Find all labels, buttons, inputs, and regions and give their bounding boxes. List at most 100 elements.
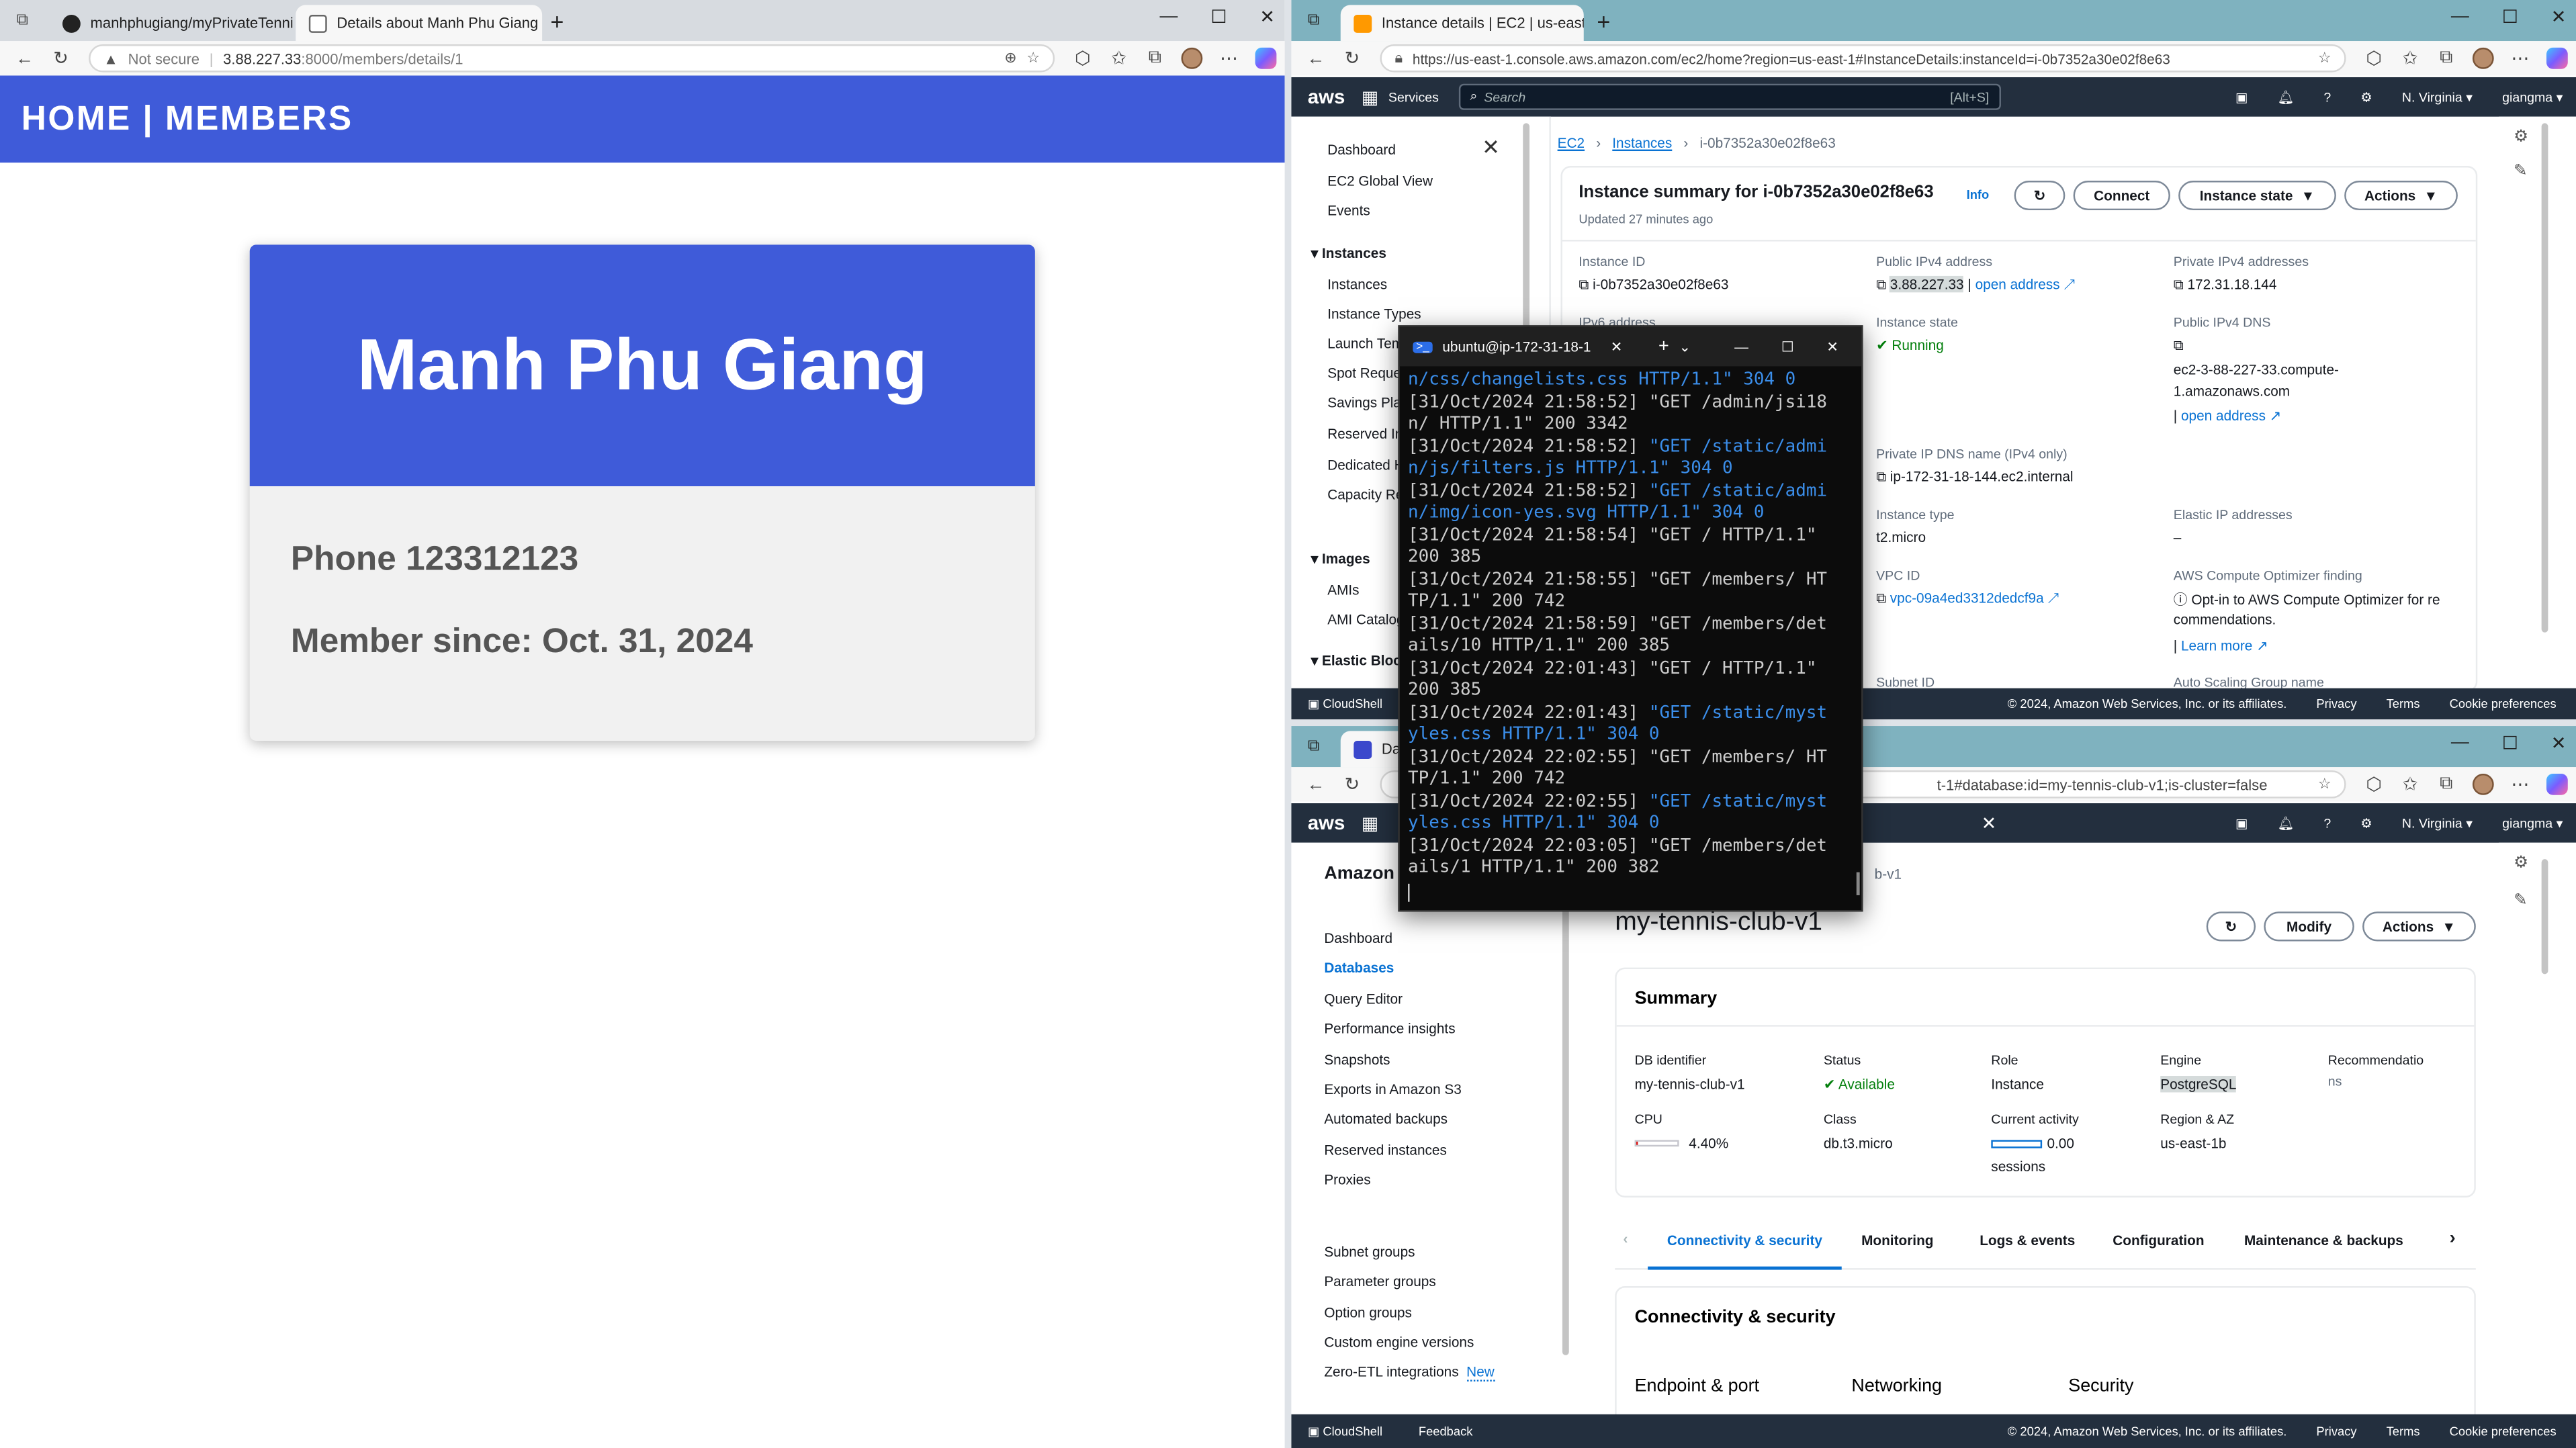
feedback-icon[interactable]: ✎	[2514, 892, 2528, 910]
refresh-icon[interactable]: ↻	[1334, 774, 1370, 795]
learn-more-link[interactable]: Learn more	[2181, 637, 2252, 653]
new-tab-icon[interactable]: +	[1658, 336, 1669, 356]
extensions-icon[interactable]: ⬡	[1065, 48, 1101, 69]
instance-state-button[interactable]: Instance state ▼	[2178, 181, 2336, 211]
copy-icon[interactable]: ⧉	[2174, 336, 2184, 355]
account-menu[interactable]: giangma ▾	[2502, 815, 2563, 830]
more-icon[interactable]: ⋯	[2502, 774, 2538, 795]
favorite-icon[interactable]: ☆	[2318, 775, 2331, 793]
bell-icon[interactable]: 🔔︎	[2278, 815, 2295, 830]
favorites-icon[interactable]: ✩	[2392, 48, 2428, 69]
tab-member-details[interactable]: Details about Manh Phu Giang ✕	[296, 5, 543, 42]
tab-configuration[interactable]: Configuration	[2113, 1232, 2204, 1248]
activity-value[interactable]: 0.00	[2047, 1135, 2074, 1151]
cloudshell-icon[interactable]: ▣	[2235, 89, 2248, 104]
sidebar-item-subnet-groups[interactable]: Subnet groups	[1324, 1243, 1415, 1259]
back-icon[interactable]: ←	[7, 48, 43, 68]
sidebar-item-instances[interactable]: Instances	[1327, 276, 1387, 292]
private-dns-value[interactable]: ⧉ ip-172-31-18-144.ec2.internal	[1876, 468, 2073, 486]
main-scrollbar[interactable]	[2541, 859, 2548, 975]
favorites-icon[interactable]: ✩	[1101, 48, 1137, 69]
extensions-icon[interactable]: ⬡	[2356, 774, 2392, 795]
sidebar-item-global-view[interactable]: EC2 Global View	[1327, 173, 1433, 189]
region-selector[interactable]: N. Virginia ▾	[2402, 89, 2473, 104]
close-icon[interactable]: ✕	[2551, 733, 2567, 754]
favorite-icon[interactable]: ☆	[2318, 49, 2331, 67]
close-icon[interactable]: ✕	[2551, 7, 2567, 28]
new-tab-icon[interactable]: +	[1597, 8, 1610, 34]
cloudshell-icon[interactable]: ▣	[2235, 815, 2248, 830]
cloudshell-icon[interactable]: ▣	[1308, 1424, 1319, 1439]
sidebar-item-performance-insights[interactable]: Performance insights	[1324, 1020, 1455, 1036]
tools-icon[interactable]: ⚙	[2514, 128, 2528, 146]
sidebar-item-custom-engine-versions[interactable]: Custom engine versions	[1324, 1334, 1474, 1350]
close-tab-icon[interactable]: ✕	[1611, 338, 1622, 356]
minimize-icon[interactable]: —	[2451, 7, 2469, 28]
breadcrumb-instances[interactable]: Instances	[1612, 135, 1672, 151]
help-icon[interactable]: ?	[2323, 89, 2331, 104]
sidebar-item-proxies[interactable]: Proxies	[1324, 1171, 1370, 1187]
collections-icon[interactable]: ⧉	[2428, 48, 2464, 69]
sidebar-item-events[interactable]: Events	[1327, 202, 1370, 218]
gear-icon[interactable]: ⚙	[2360, 815, 2372, 830]
sidebar-group-images[interactable]: ▾ Images	[1311, 550, 1370, 568]
sidebar-item-dashboard[interactable]: Dashboard	[1327, 141, 1396, 157]
services-grid-icon[interactable]: ▦	[1362, 86, 1378, 107]
extensions-icon[interactable]: ⬡	[2356, 48, 2392, 69]
feedback-icon[interactable]: ✎	[2514, 163, 2528, 181]
sidebar-item-amis[interactable]: AMIs	[1327, 582, 1359, 598]
connect-button[interactable]: Connect	[2073, 181, 2170, 211]
copy-icon[interactable]: ⧉	[1876, 276, 1886, 292]
tools-icon[interactable]: ⚙	[2514, 854, 2528, 872]
favorites-icon[interactable]: ✩	[2392, 774, 2428, 795]
terms-link[interactable]: Terms	[2387, 1424, 2420, 1439]
private-ip-value[interactable]: ⧉ 172.31.18.144	[2174, 276, 2277, 294]
clear-search-icon[interactable]: ✕	[1982, 812, 1997, 833]
maximize-icon[interactable]: ☐	[1781, 338, 1794, 356]
site-header[interactable]: HOME | MEMBERS	[0, 75, 1285, 163]
learn-more[interactable]: | Learn more ↗	[2174, 637, 2268, 655]
aws-logo[interactable]: aws	[1308, 85, 1345, 108]
more-icon[interactable]: ⋯	[1211, 48, 1247, 69]
refresh-button[interactable]: ↻	[2014, 181, 2066, 211]
modify-button[interactable]: Modify	[2264, 911, 2354, 942]
maximize-icon[interactable]: ☐	[2502, 733, 2518, 754]
minimize-icon[interactable]: —	[2451, 733, 2469, 754]
close-sidebar-icon[interactable]: ✕	[1482, 135, 1500, 161]
public-ip-value[interactable]: ⧉ 3.88.227.33 | open address ↗	[1876, 275, 2075, 294]
copy-icon[interactable]: ⧉	[2174, 276, 2184, 292]
new-tab-icon[interactable]: +	[550, 8, 564, 34]
maximize-icon[interactable]: ☐	[2502, 7, 2518, 28]
sidebar-item-query-editor[interactable]: Query Editor	[1324, 991, 1403, 1007]
sidebar-group-instances[interactable]: ▾ Instances	[1311, 244, 1386, 263]
breadcrumb-ec2[interactable]: EC2	[1558, 135, 1585, 151]
copy-icon[interactable]: ⧉	[1579, 276, 1589, 292]
feedback-link[interactable]: Feedback	[1419, 1424, 1473, 1439]
help-icon[interactable]: ?	[2323, 815, 2331, 830]
sidebar-item-dashboard[interactable]: Dashboard	[1324, 930, 1392, 946]
copilot-icon[interactable]	[2546, 773, 2568, 795]
region-selector[interactable]: N. Virginia ▾	[2402, 815, 2473, 830]
favorite-icon[interactable]: ☆	[1026, 49, 1040, 67]
tab-connectivity[interactable]: Connectivity & security	[1648, 1214, 1842, 1270]
chevron-right-icon[interactable]: ›	[2450, 1228, 2456, 1248]
sidebar-item-reserved-instances[interactable]: Reserved instances	[1324, 1142, 1447, 1158]
services-grid-icon[interactable]: ▦	[1362, 812, 1378, 833]
sidebar-scrollbar[interactable]	[1562, 862, 1569, 1355]
address-bar[interactable]: ▲ Not secure | 3.88.227.33:8000/members/…	[89, 44, 1055, 73]
chevron-left-icon[interactable]: ‹	[1623, 1230, 1628, 1247]
sidebar-item-zero-etl[interactable]: Zero-ETL integrations New	[1324, 1363, 1495, 1382]
main-scrollbar[interactable]	[2541, 123, 2548, 633]
sidebar-item-option-groups[interactable]: Option groups	[1324, 1304, 1412, 1320]
tab-actions-icon[interactable]: ⧉	[1308, 737, 1319, 756]
cloudshell-icon[interactable]: ▣	[1308, 696, 1319, 711]
profile-avatar[interactable]	[2472, 47, 2494, 69]
sidebar-item-parameter-groups[interactable]: Parameter groups	[1324, 1273, 1435, 1289]
copilot-icon[interactable]	[1255, 47, 1277, 69]
terminal-scrollbar[interactable]	[1856, 872, 1860, 895]
gear-icon[interactable]: ⚙	[2360, 89, 2372, 104]
bell-icon[interactable]: 🔔︎	[2278, 89, 2295, 104]
open-address-link[interactable]: open address	[1975, 276, 2060, 292]
tab-github[interactable]: manhphugiang/myPrivateTennis ✕	[49, 5, 292, 41]
zoom-icon[interactable]: ⊕	[1004, 49, 1016, 67]
